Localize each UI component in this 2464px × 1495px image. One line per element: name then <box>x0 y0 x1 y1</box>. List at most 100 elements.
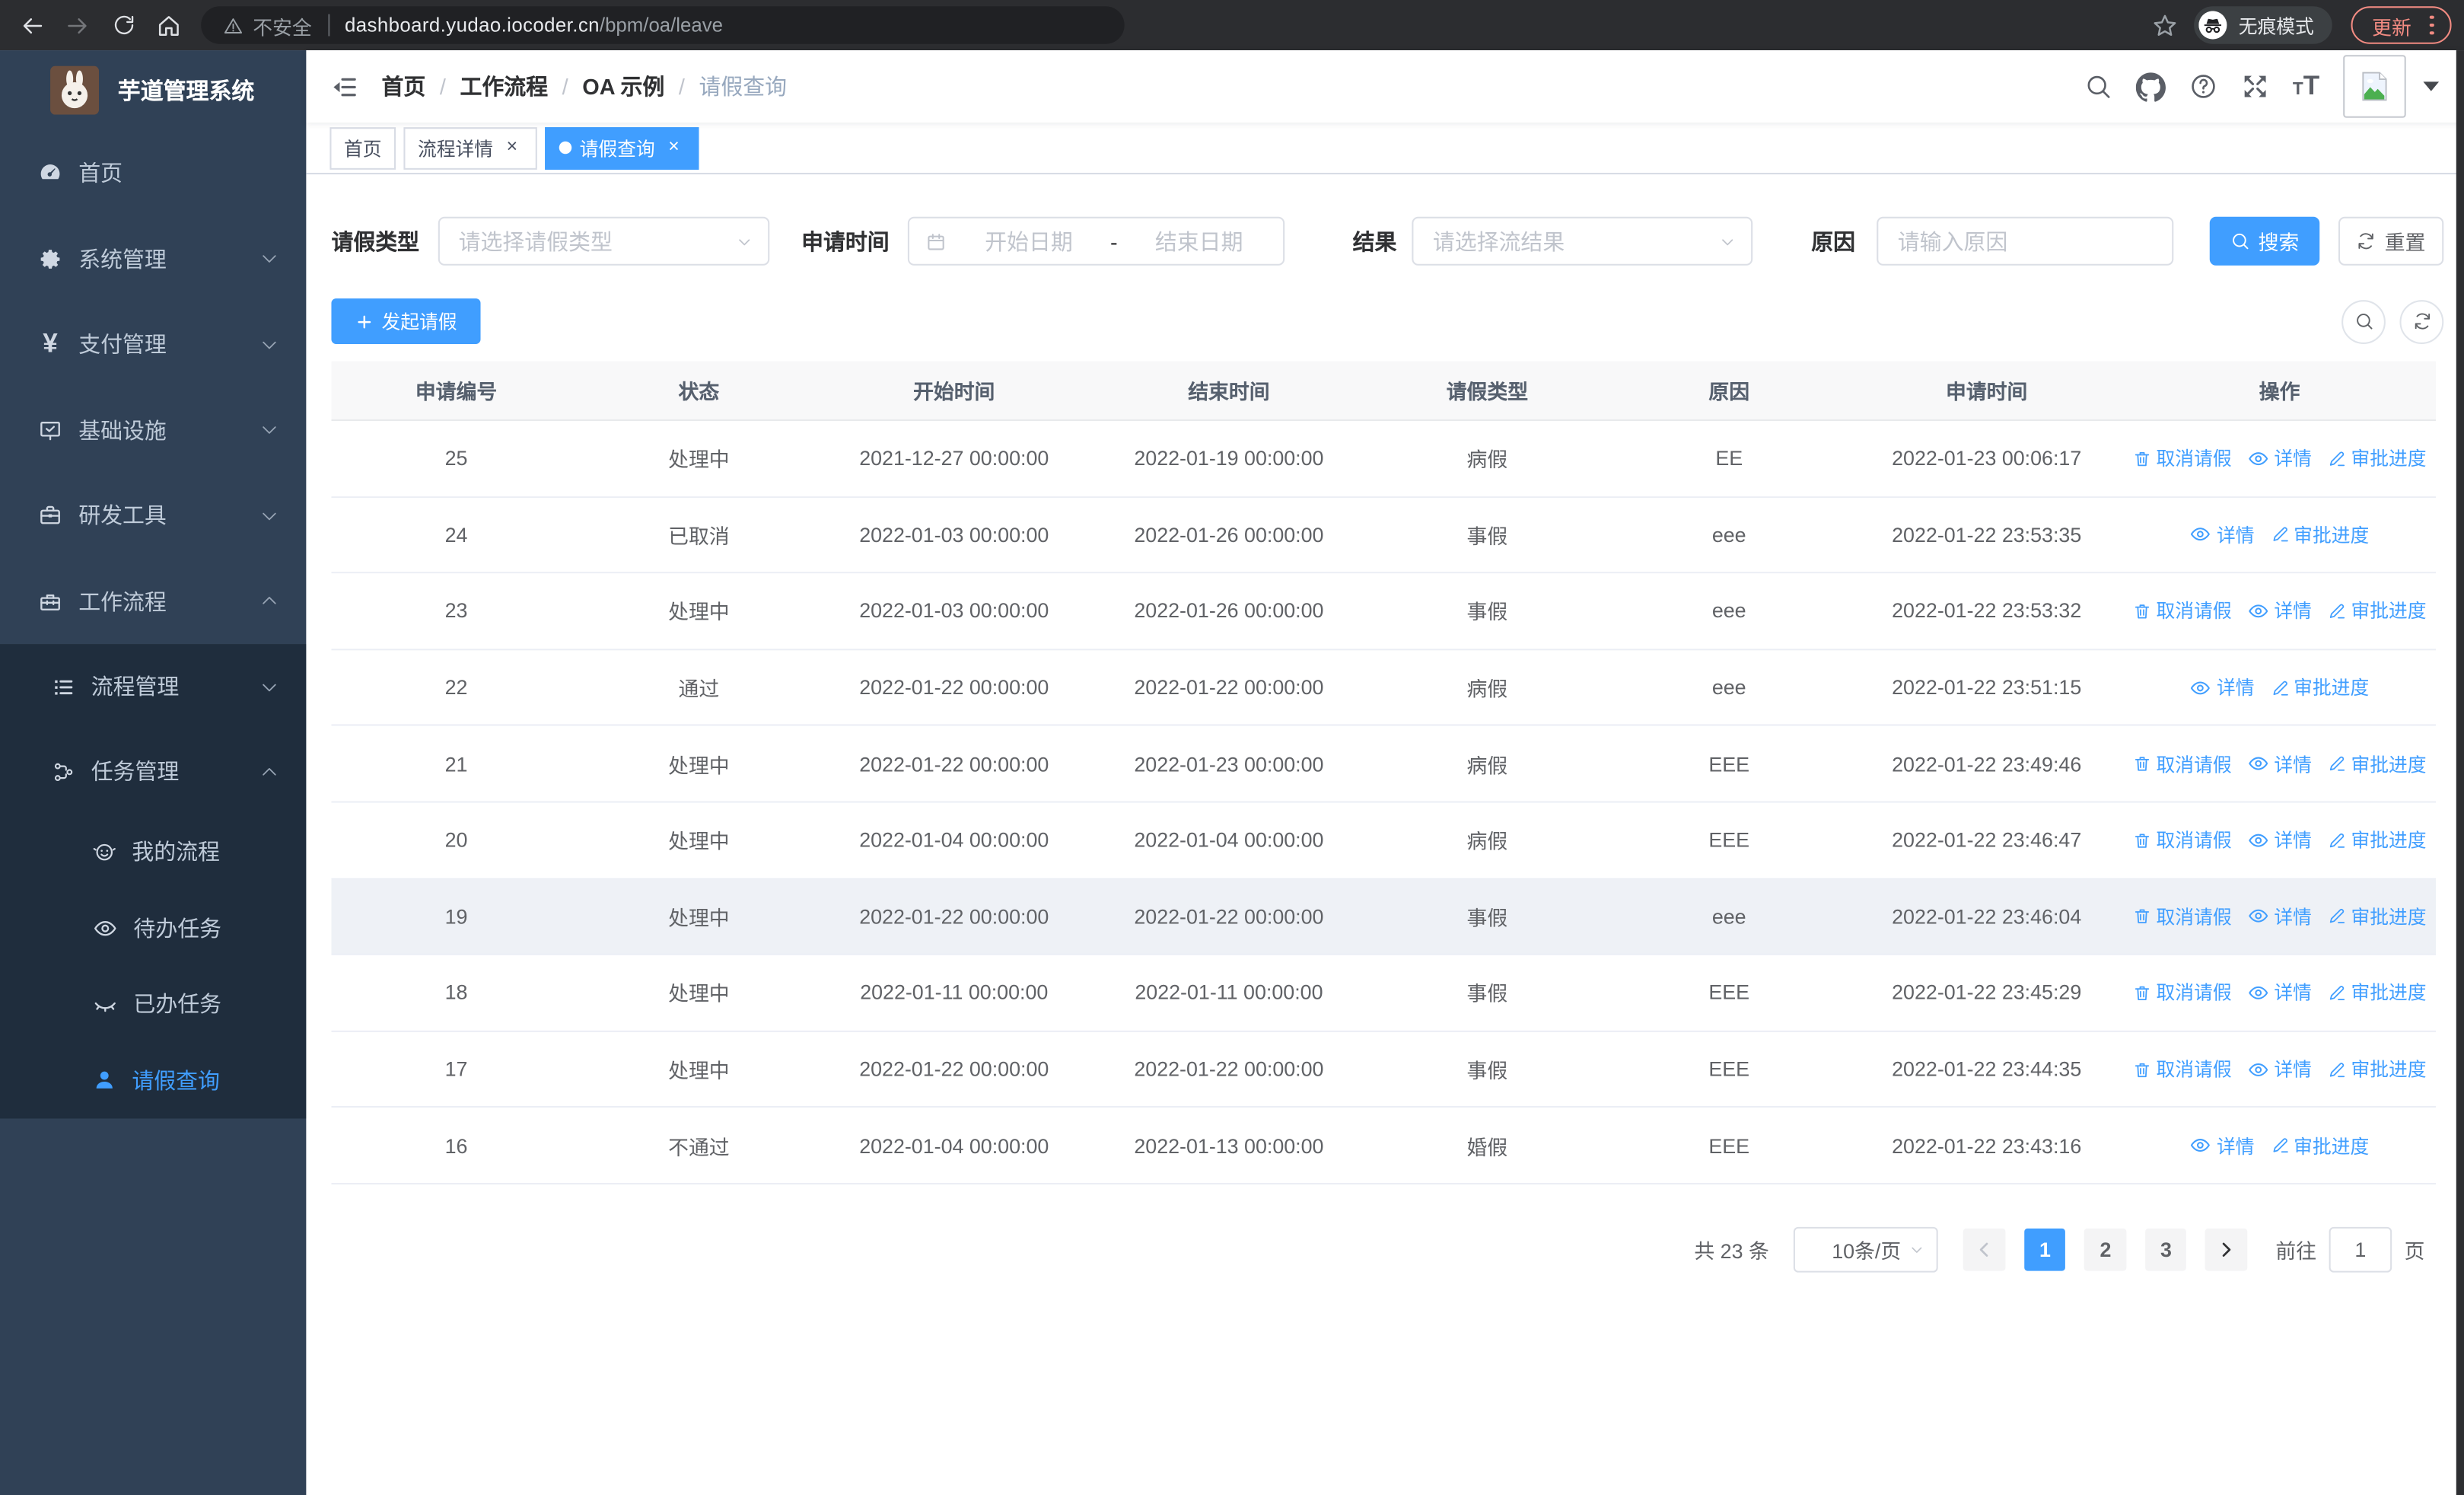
sidebar-item-系统管理[interactable]: 系统管理 <box>0 216 306 301</box>
help-icon[interactable] <box>2189 72 2217 100</box>
sidebar-item-待办任务[interactable]: 待办任务 <box>0 890 306 966</box>
back-icon[interactable] <box>9 0 55 50</box>
search-icon[interactable] <box>2084 72 2112 100</box>
eye-closed-icon <box>93 992 118 1017</box>
cancel-link[interactable]: 取消请假 <box>2133 445 2232 472</box>
page-button-1[interactable]: 1 <box>2024 1228 2066 1271</box>
avatar-caret-icon[interactable] <box>2423 81 2440 91</box>
close-icon[interactable]: × <box>663 136 685 159</box>
detail-link[interactable]: 详情 <box>2247 980 2312 1006</box>
apply-time-range-picker[interactable]: 开始日期 - 结束日期 <box>908 216 1285 266</box>
cell-leave-type: 事假 <box>1466 524 1508 549</box>
progress-link[interactable]: 审批进度 <box>2328 598 2427 624</box>
progress-link[interactable]: 审批进度 <box>2270 521 2369 548</box>
cancel-link[interactable]: 取消请假 <box>2133 827 2232 853</box>
refresh-table-button[interactable] <box>2399 299 2444 343</box>
sidebar-item-支付管理[interactable]: ¥ 支付管理 <box>0 301 306 387</box>
detail-link[interactable]: 详情 <box>2190 521 2255 548</box>
table-row: 20 处理中 2022-01-04 00:00:00 2022-01-04 00:00… <box>331 802 2436 879</box>
cancel-link[interactable]: 取消请假 <box>2133 598 2232 624</box>
apply-time-label: 申请时间 <box>801 228 890 254</box>
home-icon[interactable] <box>146 0 192 50</box>
tab-流程详情[interactable]: 流程详情 × <box>403 126 537 169</box>
detail-link[interactable]: 详情 <box>2247 751 2312 777</box>
page-button-2[interactable]: 2 <box>2084 1228 2127 1271</box>
leave-type-select[interactable]: 请选择请假类型 <box>438 216 770 266</box>
eye-icon <box>2247 1058 2269 1080</box>
search-button[interactable]: 搜索 <box>2209 216 2320 266</box>
avatar[interactable] <box>2343 55 2406 118</box>
progress-link[interactable]: 审批进度 <box>2328 445 2427 472</box>
progress-link[interactable]: 审批进度 <box>2328 827 2427 853</box>
cancel-link[interactable]: 取消请假 <box>2133 980 2232 1006</box>
goto-page-input[interactable]: 1 <box>2329 1226 2392 1273</box>
cell-apply-time: 2022-01-23 00:06:17 <box>1892 446 2082 470</box>
fullscreen-icon[interactable] <box>2241 72 2269 100</box>
detail-link[interactable]: 详情 <box>2247 827 2312 853</box>
sidebar-item-我的流程[interactable]: 我的流程 <box>0 814 306 890</box>
create-leave-button[interactable]: 发起请假 <box>331 298 481 344</box>
cell-reason: eee <box>1711 675 1746 700</box>
browser-menu-icon[interactable] <box>2424 9 2440 42</box>
incognito-label: 无痕模式 <box>2238 14 2314 37</box>
font-size-icon[interactable]: TT <box>2293 71 2319 102</box>
sidebar-item-基础设施[interactable]: 基础设施 <box>0 387 306 473</box>
tab-首页[interactable]: 首页 <box>329 126 396 169</box>
cell-start-time: 2022-01-04 00:00:00 <box>859 828 1049 853</box>
sidebar-item-流程管理[interactable]: 流程管理 <box>0 644 306 728</box>
next-page-button[interactable] <box>2205 1228 2248 1271</box>
reset-button[interactable]: 重置 <box>2338 216 2444 266</box>
github-icon[interactable] <box>2135 72 2166 101</box>
forward-icon[interactable] <box>55 0 100 50</box>
sidebar-submenu: 流程管理 任务管理 我的流程 待办任务 已办任务 请假查询 <box>0 644 307 1119</box>
security-warning-icon[interactable] <box>223 15 244 36</box>
address-bar[interactable]: 不安全 dashboard.yudao.iocoder.cn/bpm/oa/le… <box>201 6 1125 44</box>
cancel-link[interactable]: 取消请假 <box>2133 751 2232 777</box>
page-button-3[interactable]: 3 <box>2145 1228 2187 1271</box>
tab-请假查询[interactable]: 请假查询 × <box>545 126 699 169</box>
detail-link[interactable]: 详情 <box>2247 1056 2312 1082</box>
reload-icon[interactable] <box>100 0 146 50</box>
reason-input[interactable]: 请输入原因 <box>1877 216 2174 266</box>
cancel-link[interactable]: 取消请假 <box>2133 1056 2232 1082</box>
cell-id: 19 <box>444 904 468 929</box>
breadcrumb-item[interactable]: OA 示例 <box>582 71 664 102</box>
sidebar-item-已办任务[interactable]: 已办任务 <box>0 966 306 1042</box>
page-scrollbar[interactable] <box>2456 50 2464 1495</box>
detail-link[interactable]: 详情 <box>2190 1132 2255 1159</box>
detail-link[interactable]: 详情 <box>2247 903 2312 929</box>
column-header-结束时间: 结束时间 <box>1188 380 1270 404</box>
result-select[interactable]: 请选择流结果 <box>1412 216 1753 266</box>
progress-link[interactable]: 审批进度 <box>2328 903 2427 929</box>
breadcrumb-item[interactable]: 首页 <box>382 71 426 102</box>
sidebar-item-首页[interactable]: 首页 <box>0 130 306 215</box>
cancel-link[interactable]: 取消请假 <box>2133 903 2232 929</box>
page-size-select[interactable]: 10条/页 <box>1794 1226 1939 1273</box>
close-icon[interactable]: × <box>501 136 523 159</box>
progress-link[interactable]: 审批进度 <box>2328 980 2427 1006</box>
security-label: 不安全 <box>253 16 312 39</box>
sidebar-toggle-icon[interactable] <box>306 73 381 100</box>
detail-link[interactable]: 详情 <box>2247 598 2312 624</box>
progress-link[interactable]: 审批进度 <box>2328 751 2427 777</box>
toggle-search-button[interactable] <box>2341 299 2386 343</box>
sidebar-item-label: 首页 <box>78 161 123 186</box>
prev-page-button[interactable] <box>1963 1228 2006 1271</box>
sidebar: 芋道管理系统 首页 系统管理 ¥ 支付管理 基础设施 研发工具 工作流程 流程管理 任务管理我… <box>0 50 307 1495</box>
bookmark-star-icon[interactable] <box>2152 11 2179 38</box>
progress-link[interactable]: 审批进度 <box>2270 674 2369 701</box>
tab-label: 流程详情 <box>418 137 494 160</box>
update-button[interactable]: 更新 <box>2351 6 2452 44</box>
sidebar-item-工作流程[interactable]: 工作流程 <box>0 559 306 644</box>
detail-link[interactable]: 详情 <box>2247 445 2312 472</box>
progress-link[interactable]: 审批进度 <box>2270 1132 2369 1159</box>
sidebar-item-研发工具[interactable]: 研发工具 <box>0 473 306 558</box>
sidebar-item-请假查询[interactable]: 请假查询 <box>0 1042 306 1118</box>
flow-icon <box>52 760 75 783</box>
detail-link[interactable]: 详情 <box>2190 674 2255 701</box>
sidebar-item-任务管理[interactable]: 任务管理 <box>0 729 306 814</box>
cell-actions: 取消请假 详情 审批进度 <box>2123 751 2436 777</box>
breadcrumb-item[interactable]: 工作流程 <box>460 71 548 102</box>
cell-status: 处理中 <box>668 1059 730 1083</box>
progress-link[interactable]: 审批进度 <box>2328 1056 2427 1082</box>
